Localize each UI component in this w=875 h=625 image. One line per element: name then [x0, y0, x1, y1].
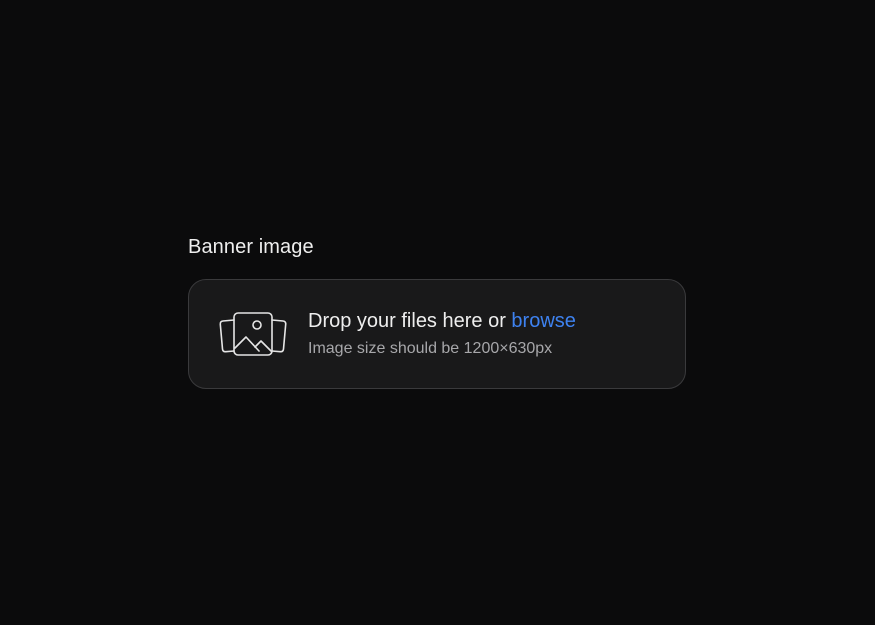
image-size-hint: Image size should be 1200×630px — [308, 340, 553, 357]
browse-link[interactable]: browse — [511, 310, 575, 332]
file-dropzone[interactable]: Drop your files here or browse Image siz… — [188, 279, 686, 389]
banner-image-label: Banner image — [188, 236, 314, 258]
dropzone-title-text: Drop your files here or — [308, 310, 512, 332]
dropzone-title: Drop your files here or browse — [308, 308, 576, 334]
page: Banner image Drop your files here or bro… — [0, 0, 875, 625]
images-stack-icon — [218, 311, 288, 359]
